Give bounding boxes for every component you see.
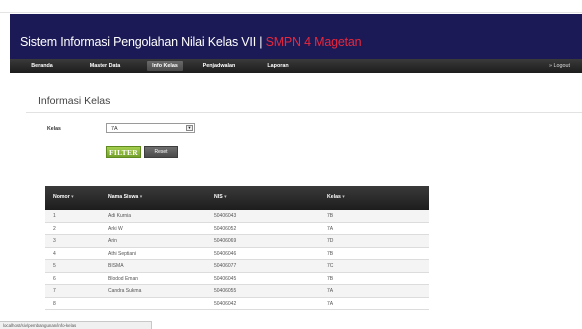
cell-nomor: 1 [53, 213, 56, 219]
student-table: Nomor ▾ Nama Siswa ▾ NIS ▾ Kelas ▾ 1 Adi … [45, 186, 429, 310]
nav-penjadwalan[interactable]: Penjadwalan [198, 61, 240, 71]
page-title: Informasi Kelas [38, 95, 111, 107]
table-header: Nomor ▾ Nama Siswa ▾ NIS ▾ Kelas ▾ [45, 186, 429, 210]
table-body: 1 Adi Kurnia 50406043 7B 2 Arki W 50406052 7A … [45, 210, 429, 310]
nav-beranda[interactable]: Beranda [24, 61, 60, 71]
cell-nomor: 6 [53, 275, 56, 282]
table-row: 7 Candra Sukma 50406055 7A [45, 285, 429, 298]
school-name: SMPN 4 Magetan [265, 35, 362, 49]
site-header: Sistem Informasi Pengolahan Nilai Kelas … [10, 14, 582, 59]
title-divider [26, 112, 582, 113]
col-header-kelas[interactable]: Kelas ▾ [327, 194, 345, 200]
cell-nomor: 5 [53, 263, 56, 269]
reset-button[interactable]: Reset [144, 146, 178, 158]
cell-nomor: 3 [53, 238, 56, 244]
cell-nomor: 4 [53, 250, 56, 257]
table-row: 4 Athi Septiani 50406046 7B [45, 247, 429, 260]
site-title: Sistem Informasi Pengolahan Nilai Kelas … [20, 35, 362, 49]
chevron-down-icon[interactable]: ▼ [186, 125, 193, 131]
cell-nis: 50406052 [214, 225, 237, 232]
cell-nama: Adi Kurnia [108, 213, 132, 219]
site-title-text: Sistem Informasi Pengolahan Nilai Kelas … [20, 35, 266, 49]
cell-nis: 50406055 [214, 288, 237, 294]
nav-info-kelas[interactable]: Info Kelas [147, 61, 183, 71]
cell-nis: 50406069 [214, 238, 237, 244]
cell-kelas: 7B [327, 275, 334, 282]
browser-status-bar: localhost/siv/pembangunan/info-kelas [0, 321, 152, 329]
table-row: 1 Adi Kurnia 50406043 7B [45, 210, 429, 223]
cell-kelas: 7D [327, 238, 334, 244]
cell-nis: 50406043 [214, 213, 237, 219]
sort-icon: ▾ [139, 194, 143, 200]
cell-nis: 50406046 [214, 250, 237, 257]
cell-nama: BISMA [108, 263, 124, 269]
table-row: 3 Arin 50406069 7D [45, 235, 429, 248]
nav-master-data[interactable]: Master Data [85, 61, 125, 71]
cell-kelas: 7A [327, 225, 334, 232]
cell-nis: 50406077 [214, 263, 237, 269]
cell-nis: 50406042 [214, 300, 237, 307]
sort-icon: ▾ [342, 194, 345, 200]
kelas-select-value: 7A [111, 126, 118, 132]
browser-top-strip [0, 0, 582, 13]
filter-button[interactable]: FILTER [106, 146, 141, 158]
cell-nis: 50406045 [214, 275, 237, 282]
col-header-nomor[interactable]: Nomor ▾ [53, 194, 74, 200]
kelas-select[interactable]: 7A ▼ [106, 123, 195, 133]
col-header-nama-siswa[interactable]: Nama Siswa ▾ [108, 194, 142, 200]
cell-nomor: 7 [53, 288, 56, 294]
cell-nama: Candra Sukma [108, 288, 142, 294]
kelas-label: Kelas [47, 126, 61, 132]
cell-nama: Arki W [108, 225, 123, 232]
table-row: 5 BISMA 50406077 7C [45, 260, 429, 273]
logout-link[interactable]: » Logout [549, 61, 570, 71]
cell-nama: Blodod Eman [108, 275, 139, 282]
cell-kelas: 7B [327, 250, 334, 257]
sort-icon: ▾ [224, 194, 227, 200]
cell-kelas: 7A [327, 300, 334, 307]
cell-nama: Athi Septiani [108, 250, 137, 257]
cell-kelas: 7A [327, 288, 334, 294]
col-header-nis[interactable]: NIS ▾ [214, 194, 227, 200]
main-navbar: Beranda Master Data Info Kelas Penjadwal… [10, 59, 582, 73]
nav-laporan[interactable]: Laporan [262, 61, 294, 71]
cell-nomor: 8 [53, 300, 56, 307]
cell-kelas: 7C [327, 263, 334, 269]
table-row: 2 Arki W 50406052 7A [45, 222, 429, 235]
table-row: 6 Blodod Eman 50406045 7B [45, 272, 429, 285]
cell-kelas: 7B [327, 213, 334, 219]
table-row: 8 50406042 7A [45, 297, 429, 310]
cell-nomor: 2 [53, 225, 56, 232]
sort-icon: ▾ [71, 194, 74, 200]
cell-nama: Arin [108, 238, 117, 244]
